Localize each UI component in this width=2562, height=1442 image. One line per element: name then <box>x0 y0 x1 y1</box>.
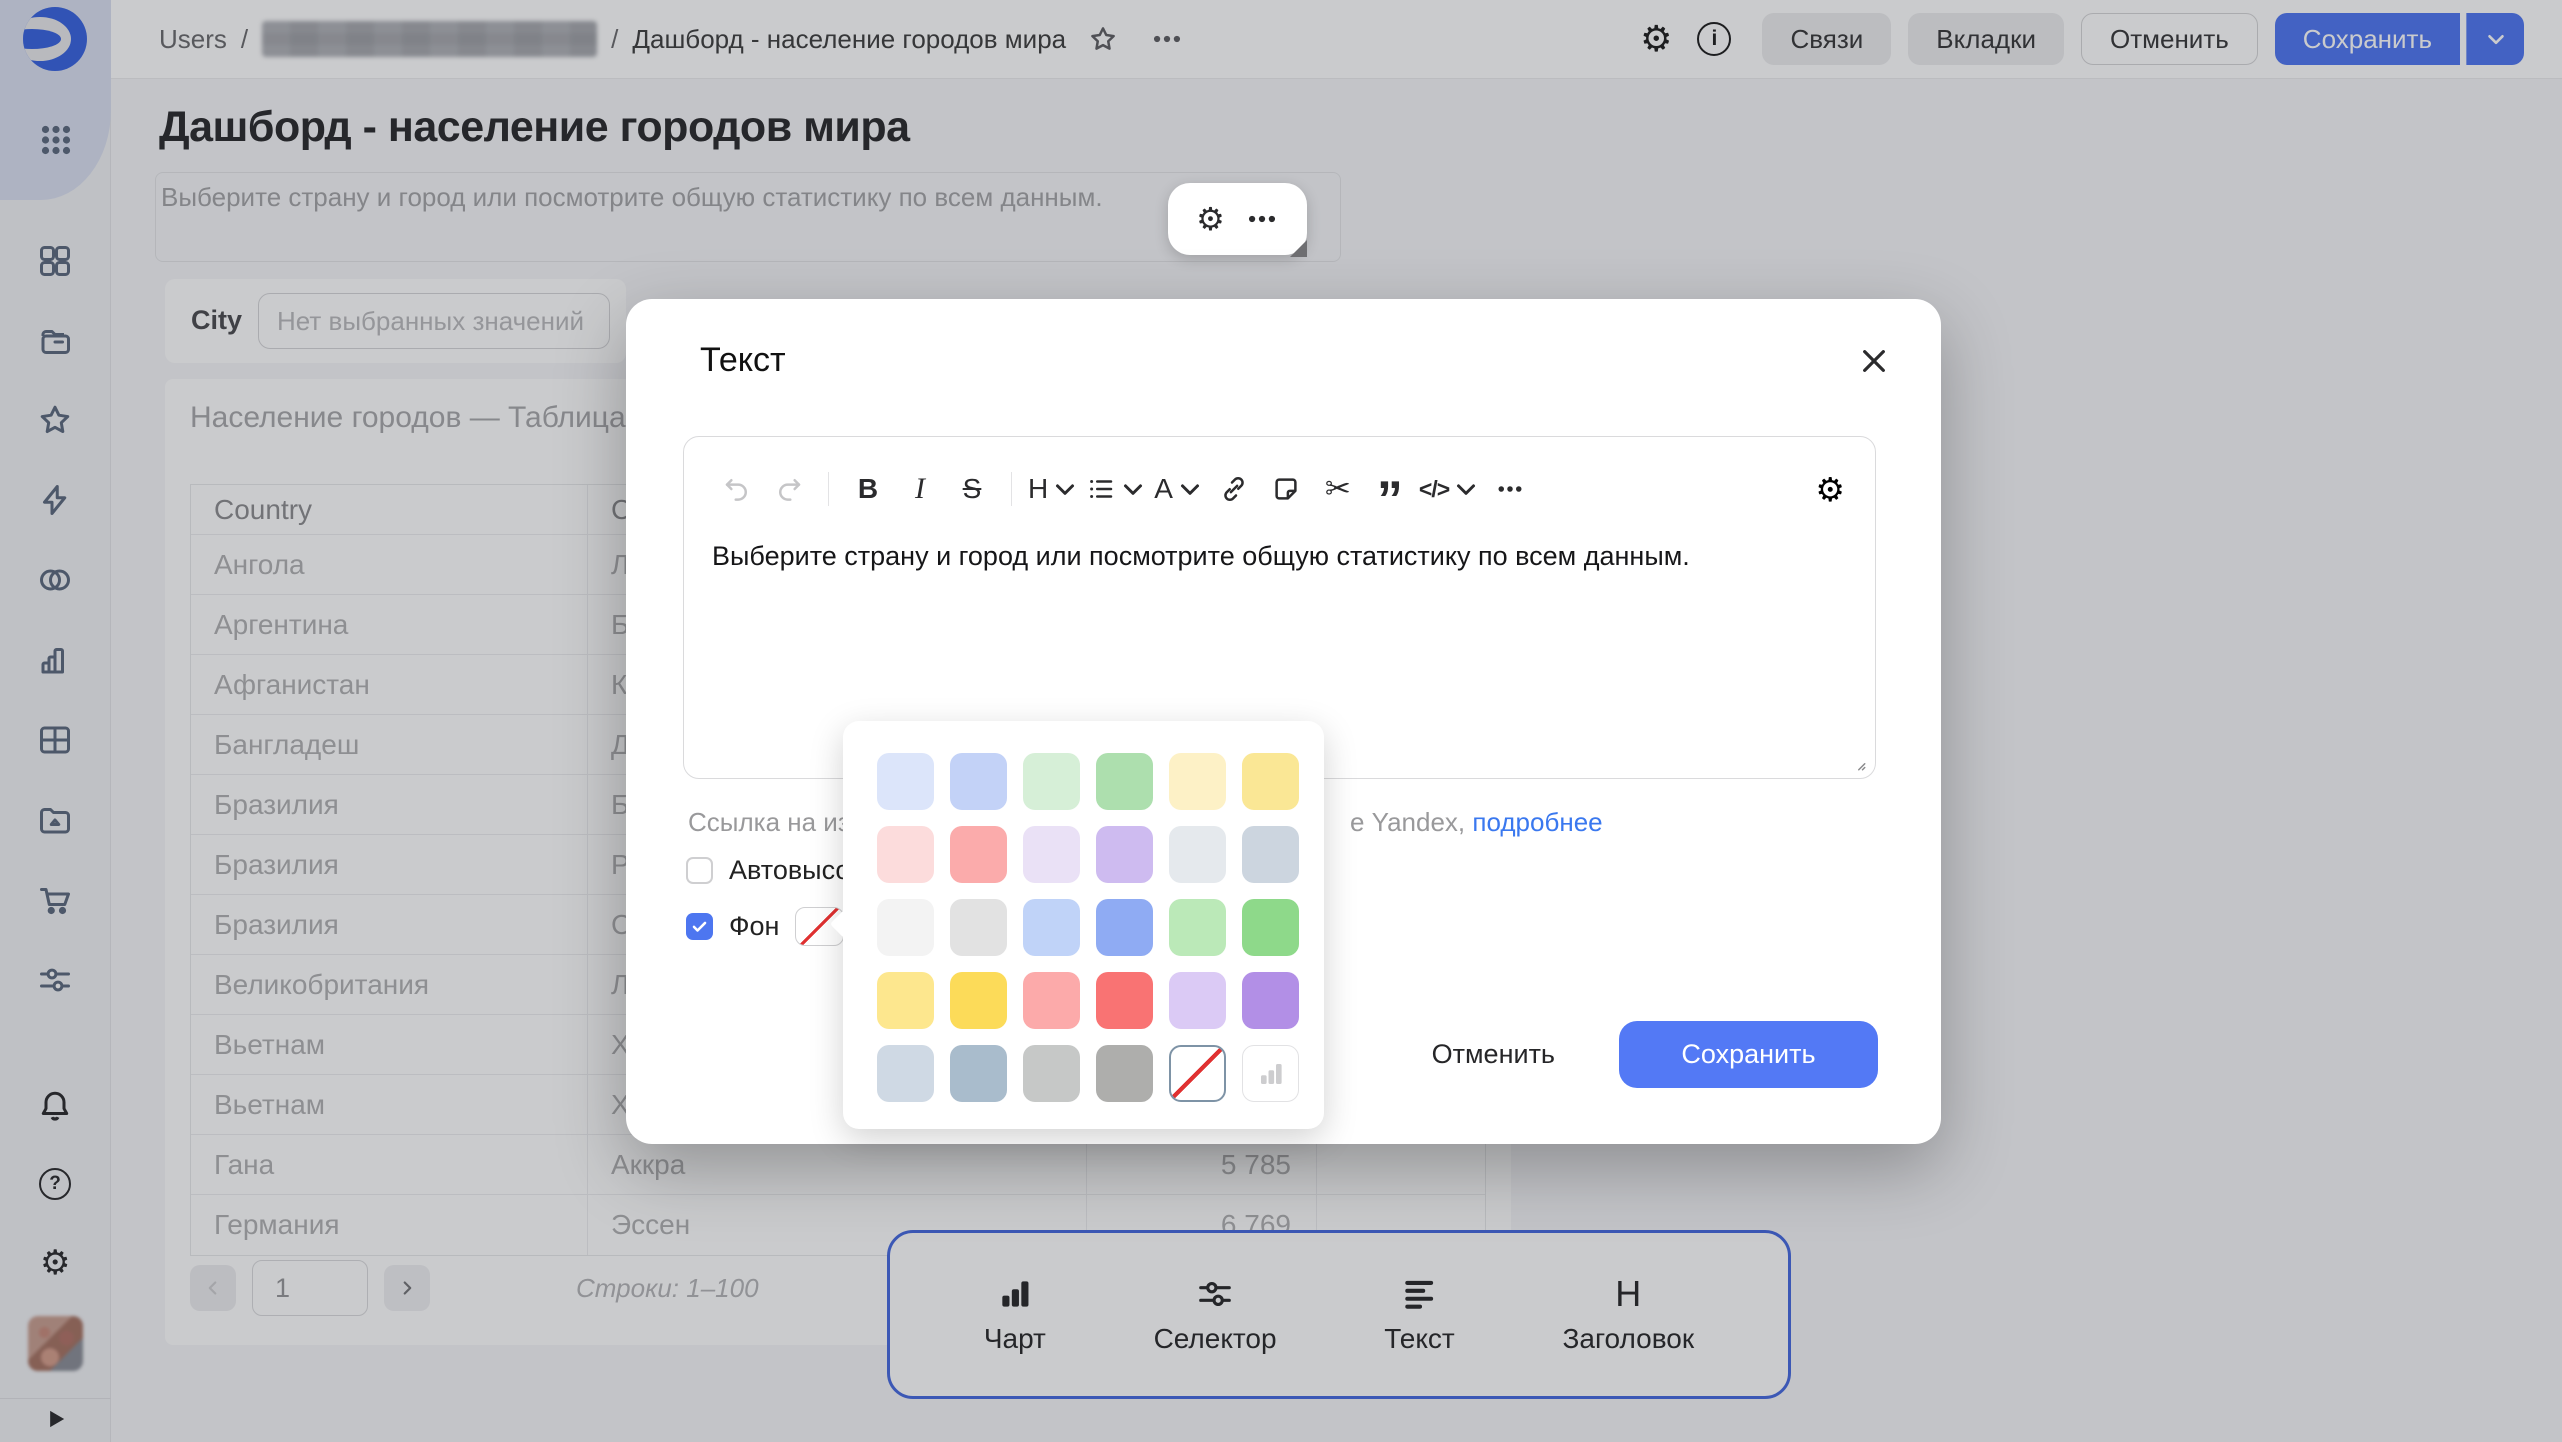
palette-color[interactable] <box>1096 972 1153 1029</box>
toolbar-divider <box>828 472 829 506</box>
palette-color[interactable] <box>1096 826 1153 883</box>
bold-button[interactable]: B <box>845 463 891 515</box>
palette-color[interactable] <box>1242 753 1299 810</box>
undo-icon[interactable] <box>714 463 760 515</box>
palette-color[interactable] <box>1023 972 1080 1029</box>
palette-color[interactable] <box>1023 753 1080 810</box>
modal-save-button[interactable]: Сохранить <box>1619 1021 1878 1088</box>
background-row: Фон <box>686 907 844 946</box>
palette-color[interactable] <box>877 899 934 956</box>
palette-color[interactable] <box>1169 899 1226 956</box>
palette-color[interactable] <box>950 1045 1007 1102</box>
close-icon[interactable] <box>1858 345 1890 377</box>
palette-color[interactable] <box>1169 972 1226 1029</box>
palette-color[interactable] <box>950 972 1007 1029</box>
palette-color[interactable] <box>877 972 934 1029</box>
background-checkbox[interactable] <box>686 913 713 940</box>
note-icon[interactable] <box>1263 463 1309 515</box>
widget-actions-panel: ⚙ <box>1168 183 1307 255</box>
editor-settings-gear-icon[interactable]: ⚙ <box>1815 473 1845 506</box>
modal-footer: Отменить Сохранить <box>1432 1021 1878 1088</box>
palette-no-color-selected[interactable] <box>1169 1045 1226 1102</box>
italic-button[interactable]: I <box>897 463 943 515</box>
palette-color[interactable] <box>950 753 1007 810</box>
text-color-dropdown-button[interactable]: A <box>1154 463 1205 515</box>
palette-color[interactable] <box>1096 753 1153 810</box>
widget-settings-gear-icon[interactable]: ⚙ <box>1196 203 1225 235</box>
hint-right-fragment: е Yandex, подробнее <box>1350 807 1603 838</box>
list-dropdown-button[interactable] <box>1086 463 1148 515</box>
chart-icon <box>1256 1059 1286 1089</box>
palette-color[interactable] <box>1096 899 1153 956</box>
toolbar-divider <box>1011 472 1012 506</box>
palette-chart-option[interactable] <box>1242 1045 1299 1102</box>
code-dropdown-button[interactable]: </> <box>1419 463 1481 515</box>
palette-color[interactable] <box>1023 826 1080 883</box>
color-palette-popup <box>843 721 1324 1129</box>
palette-grid <box>877 753 1299 1102</box>
hint-left-fragment: Ссылка на из <box>688 807 850 837</box>
editor-toolbar: B I S H A ✂ ” </> ⚙ <box>714 455 1845 523</box>
strikethrough-button[interactable]: S <box>949 463 995 515</box>
cut-scissors-icon[interactable]: ✂ <box>1315 463 1361 515</box>
redo-icon[interactable] <box>766 463 812 515</box>
more-details-link[interactable]: подробнее <box>1472 807 1602 837</box>
editor-text-content[interactable]: Выберите страну и город или посмотрите о… <box>712 537 1847 575</box>
palette-color[interactable] <box>877 753 934 810</box>
background-label: Фон <box>729 911 779 942</box>
palette-color[interactable] <box>1096 1045 1153 1102</box>
link-icon[interactable] <box>1211 463 1257 515</box>
palette-color[interactable] <box>877 1045 934 1102</box>
datalens-dashboard-edit-screen: ? ⚙ Users / / Дашборд - население городо… <box>0 0 2562 1442</box>
modal-title: Текст <box>700 341 786 380</box>
blockquote-icon[interactable]: ” <box>1367 463 1413 515</box>
palette-color[interactable] <box>1023 899 1080 956</box>
modal-cancel-button[interactable]: Отменить <box>1432 1039 1555 1070</box>
palette-color[interactable] <box>1242 972 1299 1029</box>
editor-resize-handle[interactable] <box>1849 754 1867 772</box>
widget-menu-dots-icon[interactable] <box>1245 202 1279 236</box>
heading-dropdown-button[interactable]: H <box>1028 463 1080 515</box>
widget-resize-handle[interactable] <box>1290 240 1307 257</box>
more-tools-dots-icon[interactable] <box>1487 463 1533 515</box>
palette-color[interactable] <box>877 826 934 883</box>
palette-color[interactable] <box>1242 899 1299 956</box>
palette-color[interactable] <box>950 899 1007 956</box>
palette-color[interactable] <box>1023 1045 1080 1102</box>
autoheight-checkbox[interactable] <box>686 857 713 884</box>
palette-color[interactable] <box>1169 826 1226 883</box>
palette-color[interactable] <box>950 826 1007 883</box>
palette-color[interactable] <box>1242 826 1299 883</box>
palette-color[interactable] <box>1169 753 1226 810</box>
